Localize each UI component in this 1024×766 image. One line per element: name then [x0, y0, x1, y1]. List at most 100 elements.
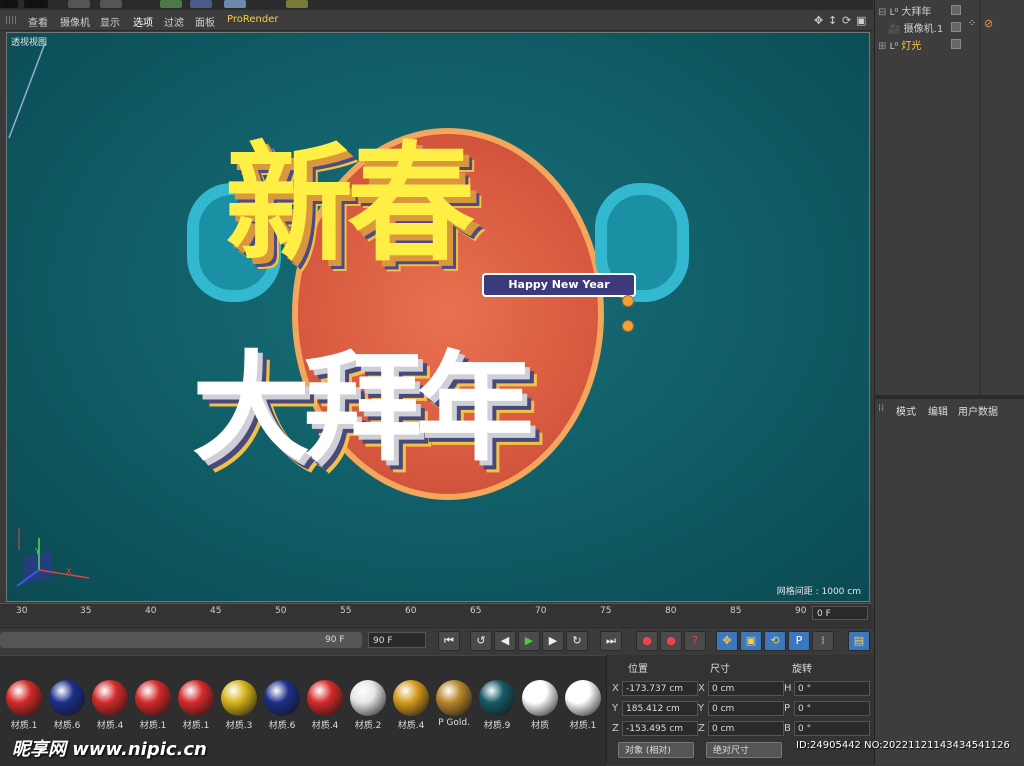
previous-frame-icon[interactable]: ◀	[494, 631, 516, 651]
scale-view-icon[interactable]: ↕	[828, 14, 837, 27]
pla-key-icon[interactable]: ⁞	[812, 631, 834, 651]
toolbar-icon[interactable]	[100, 0, 122, 8]
visibility-tag[interactable]	[951, 39, 961, 49]
object-row[interactable]: ⊞ L⁰ 灯光	[878, 37, 921, 52]
material-swatch[interactable]: 材质.4	[391, 680, 431, 731]
tree-expand-icon[interactable]: ⊞	[878, 41, 886, 52]
object-name[interactable]: 摄像机.1	[904, 24, 944, 35]
tab-user-data[interactable]: 用户数据	[958, 403, 998, 418]
menu-view[interactable]: 查看	[28, 14, 48, 29]
material-preview[interactable]	[307, 680, 343, 716]
material-label[interactable]: 材质.9	[477, 718, 517, 731]
material-preview[interactable]	[436, 680, 472, 716]
material-preview[interactable]	[264, 680, 300, 716]
material-preview[interactable]	[565, 680, 601, 716]
rotate-key-icon[interactable]: ⟲	[764, 631, 786, 651]
rotate-view-icon[interactable]: ⟳	[842, 14, 851, 27]
material-label[interactable]: 材质.3	[219, 718, 259, 731]
size-x-field[interactable]: 0 cm	[708, 681, 784, 696]
material-label[interactable]: 材质.2	[348, 718, 388, 731]
material-preview[interactable]	[522, 680, 558, 716]
object-row[interactable]: ⊟ L⁰ 大拜年	[878, 3, 931, 18]
toolbar-icon[interactable]	[24, 0, 48, 8]
camera-target-icon[interactable]: ⁘	[968, 18, 976, 29]
material-swatch[interactable]: 材质.1	[133, 680, 173, 731]
maximize-view-icon[interactable]: ▣	[856, 14, 866, 27]
material-label[interactable]: P Gold.	[434, 718, 474, 728]
toolbar-icon[interactable]	[160, 0, 182, 8]
position-x-field[interactable]: -173.737 cm	[622, 681, 698, 696]
play-icon[interactable]: ▶	[518, 631, 540, 651]
position-z-field[interactable]: -153.495 cm	[622, 721, 698, 736]
material-preview[interactable]	[221, 680, 257, 716]
next-key-icon[interactable]: ↻	[566, 631, 588, 651]
material-preview[interactable]	[6, 680, 42, 716]
size-mode-select[interactable]: 绝对尺寸	[706, 742, 782, 758]
tab-edit[interactable]: 编辑	[928, 403, 948, 418]
material-label[interactable]: 材质.1	[133, 718, 173, 731]
protection-tag-icon[interactable]: ⊘	[984, 17, 993, 30]
material-preview[interactable]	[350, 680, 386, 716]
material-preview[interactable]	[178, 680, 214, 716]
material-label[interactable]: 材质	[520, 718, 560, 731]
material-preview[interactable]	[92, 680, 128, 716]
material-swatch[interactable]: 材质.4	[90, 680, 130, 731]
param-key-icon[interactable]: P	[788, 631, 810, 651]
go-to-end-icon[interactable]: ⏭	[600, 631, 622, 651]
material-swatch[interactable]: 材质	[520, 680, 560, 731]
move-key-icon[interactable]: ✥	[716, 631, 738, 651]
toolbar-icon[interactable]	[224, 0, 246, 8]
next-frame-icon[interactable]: ▶	[542, 631, 564, 651]
menu-display[interactable]: 显示	[100, 14, 120, 29]
film-strip-icon[interactable]: ▤	[848, 631, 870, 651]
toolbar-icon[interactable]	[286, 0, 308, 8]
keyframe-help-icon[interactable]: ?	[684, 631, 706, 651]
visibility-tag[interactable]	[951, 22, 961, 32]
material-label[interactable]: 材质.1	[4, 718, 44, 731]
toolbar-icon[interactable]	[68, 0, 90, 8]
menu-filter[interactable]: 过滤	[164, 14, 184, 29]
tree-expand-icon[interactable]: ⊟	[878, 7, 886, 18]
material-swatch[interactable]: P Gold.	[434, 680, 474, 728]
toolbar-icon[interactable]	[190, 0, 212, 8]
menu-camera[interactable]: 摄像机	[60, 14, 90, 29]
timeline-ruler[interactable]: 30 35 40 45 50 55 60 65 70 75 80 85 90	[0, 603, 873, 626]
end-frame-field[interactable]: 90 F	[368, 632, 426, 648]
go-to-start-icon[interactable]: ⏮	[438, 631, 460, 651]
object-name[interactable]: 灯光	[901, 41, 921, 52]
previous-key-icon[interactable]: ↺	[470, 631, 492, 651]
menu-prorender[interactable]: ProRender	[227, 14, 278, 25]
material-preview[interactable]	[135, 680, 171, 716]
scale-key-icon[interactable]: ▣	[740, 631, 762, 651]
material-preview[interactable]	[49, 680, 85, 716]
material-swatch[interactable]: 材质.1	[563, 680, 603, 731]
tab-mode[interactable]: 模式	[896, 403, 916, 418]
size-y-field[interactable]: 0 cm	[708, 701, 784, 716]
toolbar-icon[interactable]	[0, 0, 18, 8]
move-view-icon[interactable]: ✥	[814, 14, 823, 27]
grip-handle[interactable]: ⁞⁞	[878, 403, 884, 414]
record-icon[interactable]: ●	[636, 631, 658, 651]
material-label[interactable]: 材质.1	[563, 718, 603, 731]
size-z-field[interactable]: 0 cm	[708, 721, 784, 736]
material-preview[interactable]	[479, 680, 515, 716]
position-y-field[interactable]: 185.412 cm	[622, 701, 698, 716]
rotation-p-field[interactable]: 0 °	[794, 701, 870, 716]
current-frame-field[interactable]: 0 F	[812, 606, 868, 620]
material-swatch[interactable]: 材质.9	[477, 680, 517, 731]
perspective-viewport[interactable]: 透视视图 新春 Happy New Year 大拜年 Y X 网格间距 : 10…	[6, 32, 870, 602]
material-label[interactable]: 材质.4	[90, 718, 130, 731]
coordinate-mode-select[interactable]: 对象 (相对)	[618, 742, 694, 758]
menu-options[interactable]: 选项	[133, 14, 153, 29]
object-name[interactable]: 大拜年	[901, 7, 931, 18]
material-label[interactable]: 材质.4	[305, 718, 345, 731]
material-preview[interactable]	[393, 680, 429, 716]
material-label[interactable]: 材质.6	[47, 718, 87, 731]
grip-handle[interactable]	[6, 16, 16, 24]
autokey-icon[interactable]: ●	[660, 631, 682, 651]
material-swatch[interactable]: 材质.6	[262, 680, 302, 731]
material-label[interactable]: 材质.6	[262, 718, 302, 731]
material-swatch[interactable]: 材质.4	[305, 680, 345, 731]
material-swatch[interactable]: 材质.6	[47, 680, 87, 731]
material-swatch[interactable]: 材质.1	[176, 680, 216, 731]
